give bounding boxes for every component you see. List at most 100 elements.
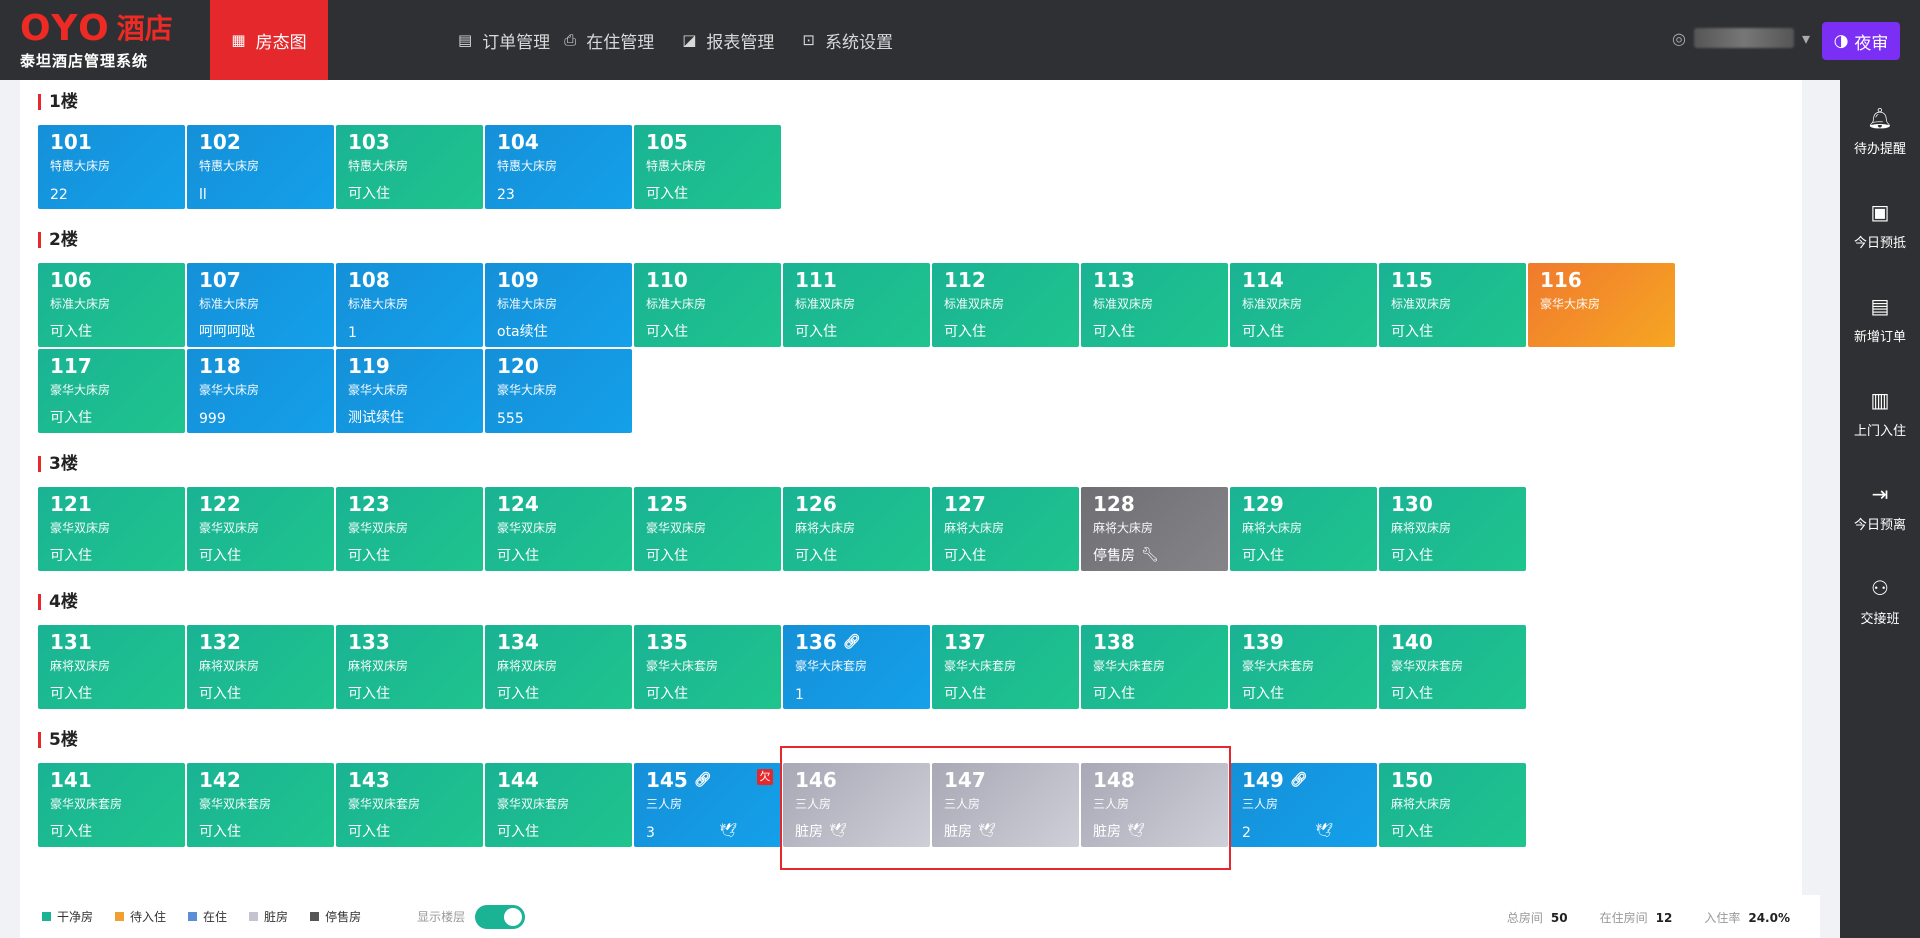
room-card[interactable]: 131 麻将双床房 可入住 bbox=[38, 625, 185, 709]
room-card[interactable]: 117 豪华大床房 可入住 bbox=[38, 349, 185, 433]
room-type: 豪华双床房 bbox=[497, 521, 558, 535]
main-nav: ▦ 房态图 ▤ 订单管理 ⎙ 在住管理 ◪ 报表管理 ⊡ 系统设置 bbox=[210, 0, 907, 80]
room-card[interactable]: 141 豪华双床套房 可入住 bbox=[38, 763, 185, 847]
room-number-text: 138 bbox=[1093, 630, 1135, 654]
room-number: 141 bbox=[50, 769, 173, 791]
room-card[interactable]: 139 豪华大床套房 可入住 bbox=[1230, 625, 1377, 709]
room-type: 麻将双床房 bbox=[1391, 521, 1452, 535]
room-card[interactable]: 106 标准大床房 可入住 bbox=[38, 263, 185, 347]
show-floor-toggle[interactable] bbox=[475, 904, 526, 929]
room-type: 豪华双床套房 bbox=[50, 797, 123, 811]
room-card[interactable]: 101 特惠大床房 22 bbox=[38, 125, 185, 209]
brand-logo[interactable]: OYO 酒店 泰坦酒店管理系统 bbox=[0, 0, 210, 80]
room-number-text: 107 bbox=[199, 268, 241, 292]
room-card[interactable]: 132 麻将双床房 可入住 bbox=[187, 625, 334, 709]
stat-label: 入住率 bbox=[1704, 911, 1741, 925]
room-number: 122 bbox=[199, 493, 322, 515]
room-status-text: 可入住 bbox=[1093, 686, 1135, 702]
floor-label: 1楼 bbox=[38, 94, 78, 111]
room-status-text: 测试续住 bbox=[348, 410, 404, 426]
room-card[interactable]: 142 豪华双床套房 可入住 bbox=[187, 763, 334, 847]
room-card[interactable]: 124 豪华双床房 可入住 bbox=[485, 487, 632, 571]
nav-label: 系统设置 bbox=[824, 32, 893, 53]
room-card[interactable]: 104 特惠大床房 23 bbox=[485, 125, 632, 209]
room-type: 麻将双床房 bbox=[348, 659, 409, 673]
room-card[interactable]: 133 麻将双床房 可入住 bbox=[336, 625, 483, 709]
room-card[interactable]: 114 标准双床房 可入住 bbox=[1230, 263, 1377, 347]
room-card[interactable]: 105 特惠大床房 可入住 bbox=[634, 125, 781, 209]
room-card[interactable]: 125 豪华双床房 可入住 bbox=[634, 487, 781, 571]
room-card[interactable]: 128 麻将大床房 停售房 🔧︎ bbox=[1081, 487, 1228, 571]
sidebar-item-0[interactable]: 🔔︎ 待办提醒 bbox=[1840, 106, 1920, 157]
nav-item-1[interactable]: ▤ 订单管理 bbox=[328, 0, 550, 80]
room-card[interactable]: 108 标准大床房 1 bbox=[336, 263, 483, 347]
room-card[interactable]: 113 标准双床房 可入住 bbox=[1081, 263, 1228, 347]
room-card[interactable]: 119 豪华大床房 测试续住 bbox=[336, 349, 483, 433]
room-type: 豪华大床套房 bbox=[944, 659, 1017, 673]
sidebar-item-1[interactable]: ▣ 今日预抵 bbox=[1840, 200, 1920, 251]
room-card[interactable]: 116 豪华大床房 bbox=[1528, 263, 1675, 347]
room-card[interactable]: 135 豪华大床套房 可入住 bbox=[634, 625, 781, 709]
room-status-text: 可入住 bbox=[50, 548, 92, 564]
room-status: 1 bbox=[348, 325, 357, 341]
room-number: 118 bbox=[199, 355, 322, 377]
room-card[interactable]: 130 麻将双床房 可入住 bbox=[1379, 487, 1526, 571]
room-card[interactable]: 138 豪华大床套房 可入住 bbox=[1081, 625, 1228, 709]
clean-bird-icon: 🕊︎ bbox=[719, 823, 737, 839]
legend-label: 待入住 bbox=[130, 910, 167, 924]
room-card[interactable]: 107 标准大床房 呵呵呵哒 bbox=[187, 263, 334, 347]
room-type: 麻将大床房 bbox=[1093, 521, 1154, 535]
room-status-text: 可入住 bbox=[1242, 548, 1284, 564]
night-audit-button[interactable]: ◑ 夜审 bbox=[1822, 22, 1900, 60]
room-card[interactable]: 145 🔗︎ 三人房 3 🕊︎ 欠 bbox=[634, 763, 781, 847]
room-card[interactable]: 127 麻将大床房 可入住 bbox=[932, 487, 1079, 571]
room-status: 22 bbox=[50, 187, 68, 203]
room-status: 23 bbox=[497, 187, 515, 203]
user-menu[interactable]: ◎ ▾ bbox=[1672, 28, 1810, 48]
room-card[interactable]: 111 标准双床房 可入住 bbox=[783, 263, 930, 347]
room-status-text: 可入住 bbox=[348, 548, 390, 564]
room-card[interactable]: 120 豪华大床房 555 bbox=[485, 349, 632, 433]
room-card[interactable]: 110 标准大床房 可入住 bbox=[634, 263, 781, 347]
room-card[interactable]: 126 麻将大床房 可入住 bbox=[783, 487, 930, 571]
room-number: 113 bbox=[1093, 269, 1216, 291]
sidebar-item-2[interactable]: ▤ 新增订单 bbox=[1840, 294, 1920, 345]
sidebar-item-5[interactable]: ⚇ 交接班 bbox=[1840, 576, 1920, 627]
room-status: 可入住 bbox=[646, 683, 688, 703]
nav-item-3[interactable]: ◪ 报表管理 bbox=[668, 0, 788, 80]
room-card[interactable]: 150 麻将大床房 可入住 bbox=[1379, 763, 1526, 847]
nav-item-4[interactable]: ⊡ 系统设置 bbox=[788, 0, 907, 80]
room-card[interactable]: 123 豪华双床房 可入住 bbox=[336, 487, 483, 571]
room-card[interactable]: 102 特惠大床房 ll bbox=[187, 125, 334, 209]
room-card[interactable]: 109 标准大床房 ota续住 bbox=[485, 263, 632, 347]
room-card[interactable]: 140 豪华双床套房 可入住 bbox=[1379, 625, 1526, 709]
nav-item-0[interactable]: ▦ 房态图 bbox=[210, 0, 328, 80]
room-card[interactable]: 144 豪华双床套房 可入住 bbox=[485, 763, 632, 847]
room-card[interactable]: 137 豪华大床套房 可入住 bbox=[932, 625, 1079, 709]
room-status-text: 可入住 bbox=[1391, 324, 1433, 340]
room-status: 2 bbox=[1242, 825, 1251, 841]
room-card[interactable]: 103 特惠大床房 可入住 bbox=[336, 125, 483, 209]
room-status-text: 可入住 bbox=[199, 686, 241, 702]
room-card[interactable]: 118 豪华大床房 999 bbox=[187, 349, 334, 433]
room-card[interactable]: 136 🔗︎ 豪华大床套房 1 bbox=[783, 625, 930, 709]
room-card[interactable]: 134 麻将双床房 可入住 bbox=[485, 625, 632, 709]
nav-item-2[interactable]: ⎙ 在住管理 bbox=[550, 0, 668, 80]
room-card[interactable]: 121 豪华双床房 可入住 bbox=[38, 487, 185, 571]
room-card[interactable]: 149 🔗︎ 三人房 2 🕊︎ bbox=[1230, 763, 1377, 847]
room-card[interactable]: 143 豪华双床套房 可入住 bbox=[336, 763, 483, 847]
legend-swatch bbox=[310, 912, 320, 921]
room-number-text: 124 bbox=[497, 492, 539, 516]
sidebar-item-3[interactable]: ▥ 上门入住 bbox=[1840, 388, 1920, 439]
room-card[interactable]: 122 豪华双床房 可入住 bbox=[187, 487, 334, 571]
printer-icon: ⎙ bbox=[564, 31, 577, 49]
room-number-text: 122 bbox=[199, 492, 241, 516]
room-status-text: 可入住 bbox=[944, 686, 986, 702]
room-card[interactable]: 115 标准双床房 可入住 bbox=[1379, 263, 1526, 347]
room-card[interactable]: 129 麻将大床房 可入住 bbox=[1230, 487, 1377, 571]
room-card[interactable]: 112 标准双床房 可入住 bbox=[932, 263, 1079, 347]
room-status: 可入住 bbox=[1391, 545, 1433, 565]
room-number-text: 142 bbox=[199, 768, 241, 792]
sidebar-item-4[interactable]: ⇥ 今日预离 bbox=[1840, 482, 1920, 533]
sidebar-item-label: 今日预抵 bbox=[1853, 236, 1906, 251]
